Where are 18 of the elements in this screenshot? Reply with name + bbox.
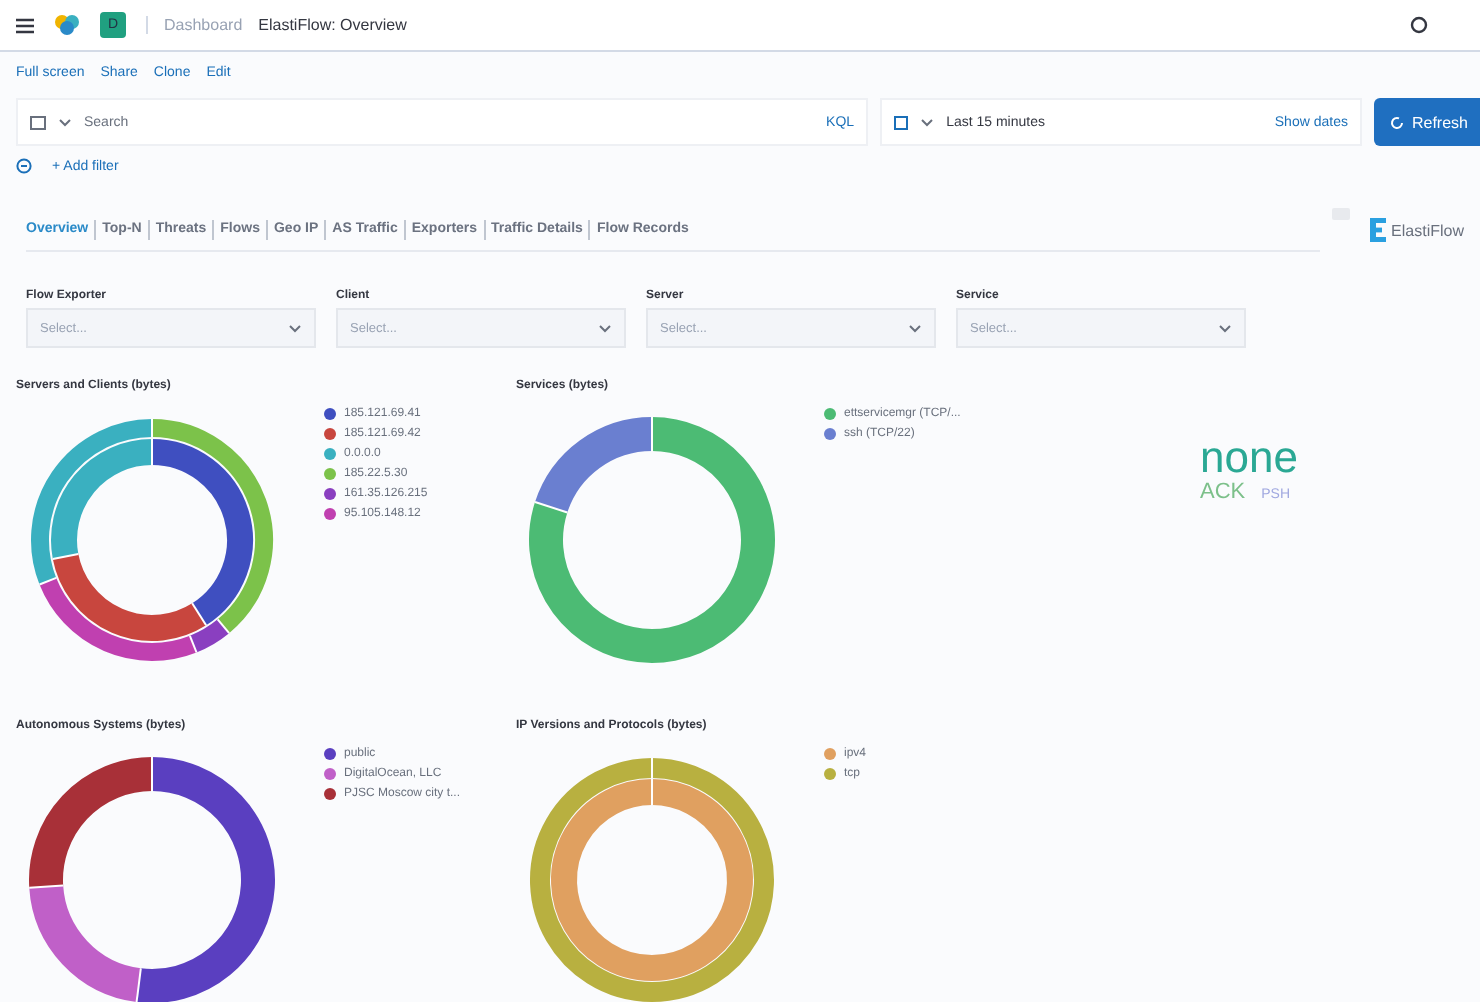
brand-logo-icon xyxy=(1369,218,1386,242)
help-icon[interactable] xyxy=(1410,16,1428,34)
chevron-down-icon xyxy=(288,323,302,333)
refresh-icon xyxy=(1389,115,1404,129)
chevron-down-icon xyxy=(920,117,935,127)
chevron-down-icon xyxy=(1218,323,1232,333)
filter-options-icon[interactable] xyxy=(16,158,32,174)
brand-name: ElastiFlow xyxy=(1391,221,1464,239)
tag-word: ACK xyxy=(1200,480,1246,504)
chevron-down-icon xyxy=(58,117,72,127)
chevron-down-icon xyxy=(908,323,922,333)
logo-icon[interactable] xyxy=(54,14,80,36)
tag-word: none xyxy=(1200,436,1298,480)
breadcrumb[interactable]: Dashboard xyxy=(164,16,243,34)
chevron-down-icon xyxy=(598,323,612,333)
refresh-button[interactable]: Refresh xyxy=(1373,98,1480,146)
breadcrumb: ElastiFlow: Overview xyxy=(258,16,407,34)
menu-icon[interactable] xyxy=(16,17,34,33)
